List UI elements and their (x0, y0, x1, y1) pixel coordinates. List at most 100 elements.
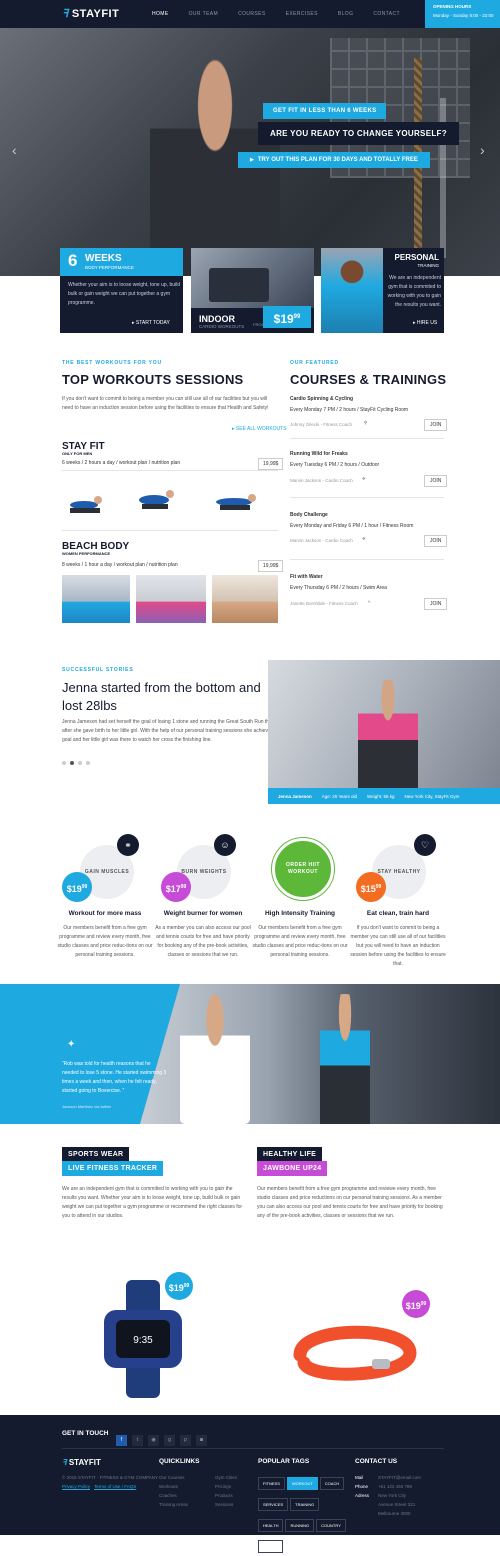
nav-home[interactable]: HOME (152, 11, 169, 17)
see-all-workouts-link[interactable]: ▸ SEE ALL WORKOUTS (232, 426, 287, 432)
card-indoor-price: $1999 (263, 306, 311, 328)
tag-button[interactable]: FITNESS (258, 1477, 285, 1490)
course-schedule: Every Monday 7 PM / 2 hours / StayFit Cy… (290, 407, 409, 413)
quicklink[interactable]: Pricings (215, 1482, 231, 1491)
quicklink[interactable]: Workouts (159, 1482, 178, 1491)
slider-prev-icon[interactable]: ‹ (12, 142, 17, 158)
course-title[interactable]: Cardio Spinning & Cycling (290, 396, 353, 402)
story-athlete-image (358, 680, 418, 800)
quicklink[interactable]: Training Areas (159, 1500, 188, 1509)
course-title[interactable]: Body Challenge (290, 512, 328, 518)
tag-cloud: FITNESS WORKOUT COACH SERVICES TRAINING HEALT… (258, 1472, 348, 1556)
join-button[interactable]: JOIN (424, 419, 448, 431)
swim-icon: ≈ (368, 599, 371, 604)
join-button[interactable]: JOIN (424, 598, 448, 610)
heart-icon: ♡ (414, 834, 436, 856)
social-links: f t ◉ g p ◙ (116, 1428, 212, 1446)
story-info-bar: Jenna Jameson Age: 26 Years old Weight: … (268, 788, 500, 804)
gym-collage-image (140, 984, 500, 1124)
mail-value[interactable]: STAYFIT@email.com (378, 1473, 421, 1482)
service-text: Our members benefit from a free gym prog… (252, 925, 348, 958)
tag-button[interactable]: TRAINING (290, 1498, 320, 1511)
nav-contact[interactable]: CONTACT (373, 11, 400, 17)
tag-button[interactable]: SERVICES (258, 1498, 289, 1511)
jawbone-band-image (293, 1325, 417, 1381)
phone-value[interactable]: +61 123 456 789 (378, 1482, 412, 1491)
logo-mark-icon: ꟻ (62, 8, 69, 20)
course-title[interactable]: Running Wild for Freaks (290, 451, 348, 457)
courses-title: COURSES & TRAININGS (290, 372, 447, 387)
pagination-dot[interactable] (78, 761, 82, 765)
join-button[interactable]: JOIN (424, 475, 448, 487)
mail-label: Mail (355, 1475, 364, 1480)
tag-button[interactable]: CLAIMS (258, 1540, 283, 1553)
tag-button[interactable]: COUNTRY (316, 1519, 346, 1532)
workouts-intro: If you don't want to commit to being a m… (62, 396, 269, 411)
copyright: © 2015 STAYFIT - FITNESS & GYM COMPANY (62, 1475, 159, 1480)
product-2-label: HEALTHY LIFE (257, 1147, 323, 1162)
pinterest-icon[interactable]: p (180, 1435, 191, 1446)
site-logo[interactable]: ꟻ STAYFIT (62, 7, 119, 20)
card-personal-subtitle: TRAINING (417, 263, 439, 268)
hero-cta-button[interactable]: TRY OUT THIS PLAN FOR 30 DAYS AND TOTALL… (238, 152, 430, 168)
card-indoor-title: INDOOR (199, 314, 235, 324)
privacy-link[interactable]: Privacy Policy (62, 1482, 90, 1491)
google-plus-icon[interactable]: g (164, 1435, 175, 1446)
facebook-icon[interactable]: f (116, 1435, 127, 1446)
order-hiit-button[interactable]: ORDER HIIT WORKOUT (272, 838, 334, 900)
story-text: Jenna Jameson had set herself the goal o… (62, 719, 283, 743)
card-personal-training: PERSONAL TRAINING We are an independent … (321, 248, 444, 333)
dumbbell-icon: ⚭ (117, 834, 139, 856)
terms-link[interactable]: Terms of Use / FAQS (94, 1482, 136, 1491)
card-six-weeks-title: WEEKS (85, 253, 122, 264)
tag-button-active[interactable]: WORKOUT (286, 1477, 318, 1490)
quicklink[interactable]: Gym Cities (215, 1473, 237, 1482)
quicklink[interactable]: Our Courses (159, 1473, 185, 1482)
fitness-tracker-image: 9:35 (104, 1280, 182, 1398)
nav-our-team[interactable]: OUR TEAM (189, 11, 219, 17)
service-title: Workout for more mass (68, 910, 142, 917)
women-exercise-image-1 (62, 575, 130, 623)
tag-button[interactable]: RUNNING (285, 1519, 315, 1532)
pagination-dot[interactable] (62, 761, 66, 765)
join-button[interactable]: JOIN (424, 535, 448, 547)
shoe-icon: ☺ (214, 834, 236, 856)
pagination-dot-active[interactable] (70, 761, 74, 765)
plan-stay-fit-info: 6 weeks / 2 hours a day / workout plan /… (62, 460, 181, 466)
quicklink[interactable]: Products (215, 1491, 233, 1500)
pagination-dot[interactable] (86, 761, 90, 765)
camera-icon[interactable]: ◙ (196, 1435, 207, 1446)
hire-us-link[interactable]: ▸ HIRE US (413, 320, 437, 326)
product-1-text: We are an independent gym that is commit… (62, 1186, 243, 1219)
quicklink[interactable]: Coaches (159, 1491, 177, 1500)
running-icon: ✈ (362, 536, 366, 541)
quicklink[interactable]: Sessions (215, 1500, 233, 1509)
card-six-weeks: 6 WEEKS BODY PERFORMANCE Whether your ai… (60, 248, 183, 333)
nav-exercises[interactable]: EXERCISES (286, 11, 318, 17)
women-exercise-image-2 (136, 575, 206, 623)
cycling-icon: ⚲ (364, 420, 368, 425)
slider-next-icon[interactable]: › (480, 142, 485, 158)
twitter-icon[interactable]: t (132, 1435, 143, 1446)
start-today-link[interactable]: ▸ START TODAY (132, 320, 170, 326)
footer-divider (62, 1448, 444, 1449)
smiling-man-image (180, 994, 250, 1124)
nav-courses[interactable]: COURSES (238, 11, 266, 17)
tag-button[interactable]: COACH (319, 1477, 345, 1490)
trainer-image (321, 248, 383, 333)
plan-beach-body-price[interactable]: 19,99$ (258, 560, 284, 572)
twitter-icon[interactable]: ✦ (67, 1039, 75, 1050)
price-cents: 99 (180, 884, 187, 890)
course-title[interactable]: Fit with Water (290, 574, 323, 580)
footer-logo[interactable]: ꟻ STAYFIT (62, 1458, 101, 1467)
testimonial-author: Jackson Martinez via twitter (62, 1104, 112, 1109)
tag-button[interactable]: HEALTH (258, 1519, 284, 1532)
instagram-icon[interactable]: ◉ (148, 1435, 159, 1446)
story-title: Jenna started from the bottom and lost 2… (62, 680, 261, 713)
story-age: Age: 26 Years old (321, 793, 358, 799)
price-cents: 99 (375, 884, 382, 890)
nav-blog[interactable]: BLOG (338, 11, 354, 17)
address-line: Avenue Street 321 (378, 1502, 416, 1507)
plan-stay-fit-price[interactable]: 19,99$ (258, 458, 284, 470)
plan-beach-body-title: BEACH BODY (62, 541, 130, 552)
